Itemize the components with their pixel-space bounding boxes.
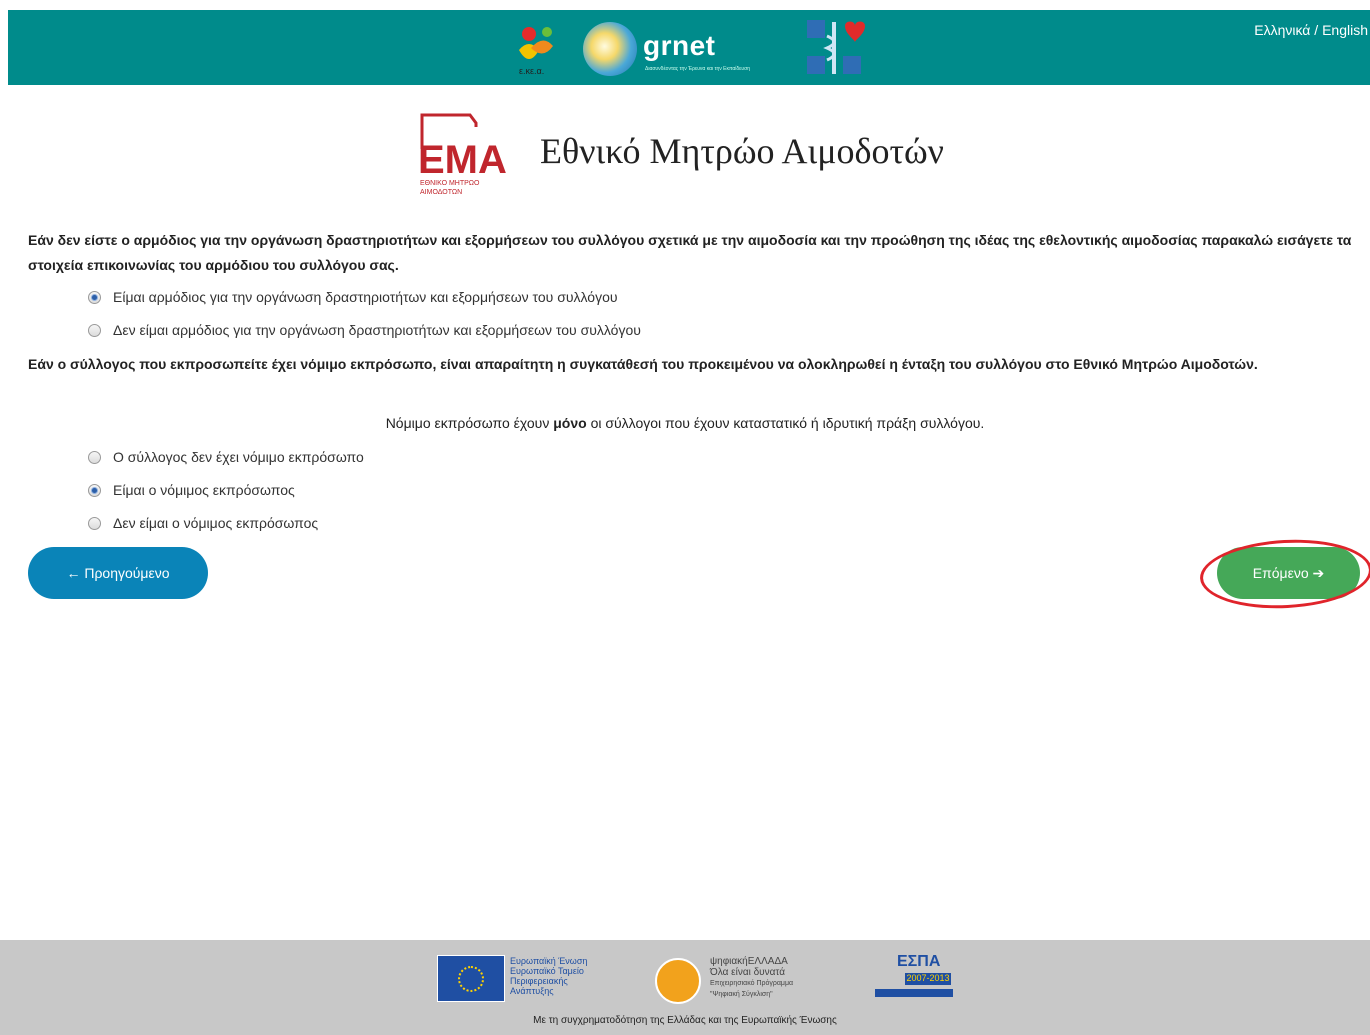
- digital-line: "Ψηφιακή Σύγκλιση": [710, 991, 773, 998]
- eu-line: Ευρωπαϊκό Ταμείο: [510, 966, 584, 976]
- header-bar: ε.κε.α. grnet Διασυνδέοντας την Έρευνα κ…: [8, 10, 1370, 85]
- radio-unchecked-icon[interactable]: [88, 516, 101, 530]
- radio-checked-icon[interactable]: [88, 483, 101, 497]
- footer: Ευρωπαϊκή Ένωση Ευρωπαϊκό Ταμείο Περιφερ…: [0, 940, 1370, 1035]
- grnet-tagline: Διασυνδέοντας την Έρευνα και την Εκπαίδε…: [645, 66, 751, 72]
- radio-unchecked-icon[interactable]: [88, 323, 101, 337]
- radio-responsible-yes[interactable]: Είμαι αρμόδιος για την οργάνωση δραστηρι…: [88, 289, 618, 305]
- lang-english-link[interactable]: English: [1322, 22, 1368, 38]
- radio-no-legal-rep[interactable]: Ο σύλλογος δεν έχει νόμιμο εκπρόσωπο: [88, 449, 364, 465]
- radio-label: Ο σύλλογος δεν έχει νόμιμο εκπρόσωπο: [113, 449, 364, 465]
- eu-text: Ευρωπαϊκή Ένωση Ευρωπαϊκό Ταμείο Περιφερ…: [510, 956, 587, 996]
- digital-greece-text: ψηφιακήΕΛΛΑΔΑ Όλα είναι δυνατά Επιχειρησ…: [710, 956, 793, 1000]
- digital-line: ψηφιακήΕΛΛΑΔΑ: [710, 956, 788, 967]
- note-text-bold: μόνο: [553, 415, 587, 431]
- radio-label: Είμαι ο νόμιμος εκπρόσωπος: [113, 482, 295, 498]
- partner-logos: ε.κε.α. grnet Διασυνδέοντας την Έρευνα κ…: [503, 10, 883, 85]
- radio-i-am-legal-rep[interactable]: Είμαι ο νόμιμος εκπρόσωπος: [88, 482, 295, 498]
- digital-greece-logo-icon: [655, 958, 701, 1004]
- espa-title: ΕΣΠΑ: [897, 953, 941, 970]
- eu-flag-icon: [437, 955, 505, 1002]
- espa-bar: [875, 989, 953, 997]
- radio-unchecked-icon[interactable]: [88, 450, 101, 464]
- radio-checked-icon[interactable]: [88, 290, 101, 304]
- eu-line: Ευρωπαϊκή Ένωση: [510, 956, 588, 966]
- ema-logo-sub1: ΕΘΝΙΚΟ ΜΗΤΡΩΟ: [420, 180, 480, 187]
- ema-logo-sub2: ΑΙΜΟΔΟΤΩΝ: [420, 189, 462, 196]
- note-text-start: Νόμιμο εκπρόσωπο έχουν: [385, 415, 554, 431]
- radio-label: Δεν είμαι αρμόδιος για την οργάνωση δρασ…: [113, 322, 641, 338]
- funding-text: Με τη συγχρηματοδότηση της Ελλάδας και τ…: [533, 1015, 837, 1026]
- digital-line: Επιχειρησιακό Πρόγραμμα: [710, 980, 794, 987]
- legal-rep-question: Εάν ο σύλλογος που εκπροσωπείτε έχει νόμ…: [28, 356, 1258, 372]
- eu-line: Ανάπτυξης: [510, 986, 554, 996]
- grnet-swirl-icon: [583, 22, 637, 76]
- highlight-annotation-ring: [1198, 535, 1370, 613]
- note-text-end: οι σύλλογοι που έχουν καταστατικό ή ιδρυ…: [586, 415, 985, 431]
- radio-label: Είμαι αρμόδιος για την οργάνωση δραστηρι…: [113, 289, 618, 305]
- ema-logo-text: ΕΜΑ: [418, 138, 507, 182]
- radio-responsible-no[interactable]: Δεν είμαι αρμόδιος για την οργάνωση δρασ…: [88, 322, 641, 338]
- ekea-label: ε.κε.α.: [519, 66, 544, 76]
- ekea-logo: ε.κε.α.: [509, 20, 567, 78]
- responsible-question: Εάν δεν είστε ο αρμόδιος για την οργάνωσ…: [28, 232, 1352, 273]
- medical-logo: [805, 18, 865, 78]
- digital-line: Όλα είναι δυνατά: [710, 967, 786, 978]
- espa-logo: ΕΣΠΑ 2007-2013: [875, 953, 953, 1003]
- eu-line: Περιφερειακής: [510, 976, 568, 986]
- page-title: Εθνικό Μητρώο Αιμοδοτών: [540, 131, 944, 171]
- radio-label: Δεν είμαι ο νόμιμος εκπρόσωπος: [113, 515, 319, 531]
- language-switcher: Ελληνικά / English: [1254, 22, 1368, 38]
- previous-button[interactable]: ← Προηγούμενο: [28, 547, 208, 599]
- espa-years: 2007-2013: [905, 973, 951, 985]
- grnet-logo: grnet Διασυνδέοντας την Έρευνα και την Ε…: [583, 16, 803, 78]
- grnet-word: grnet: [643, 30, 716, 61]
- ema-logo: ΕΜΑ ΕΘΝΙΚΟ ΜΗΤΡΩΟ ΑΙΜΟΔΟΤΩΝ: [418, 109, 510, 199]
- lang-greek-link[interactable]: Ελληνικά: [1254, 22, 1310, 38]
- legal-rep-note: Νόμιμο εκπρόσωπο έχουν μόνο οι σύλλογοι …: [0, 415, 1370, 431]
- lang-separator: /: [1310, 22, 1323, 38]
- radio-not-legal-rep[interactable]: Δεν είμαι ο νόμιμος εκπρόσωπος: [88, 515, 318, 531]
